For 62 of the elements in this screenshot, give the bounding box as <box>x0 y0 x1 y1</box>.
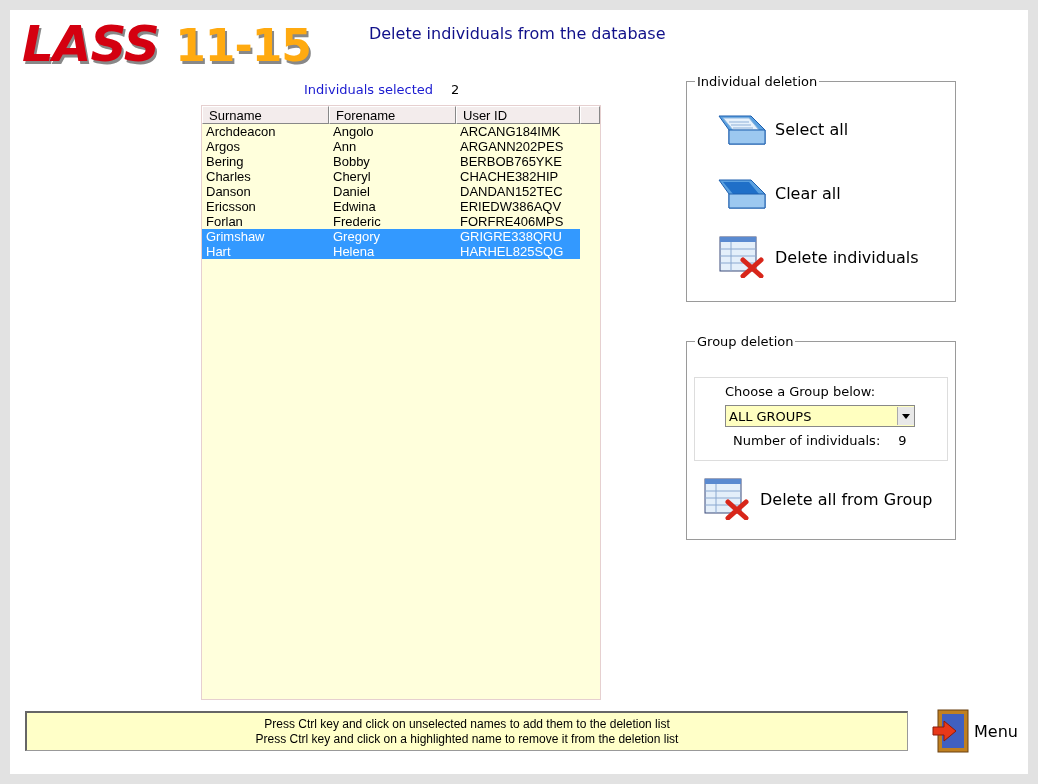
table-cell-text: ERIEDW386AQV <box>459 199 563 214</box>
page-title: Delete individuals from the database <box>368 24 666 43</box>
hint-text: Press Ctrl key and click on a highlighted name to remove it from the deletion list <box>255 731 679 747</box>
door-exit-icon <box>932 709 970 753</box>
list-row[interactable]: Bering Bobby BERBOB765YKE <box>202 154 580 169</box>
column-header[interactable]: User ID <box>456 106 580 124</box>
individuals-list[interactable] <box>201 105 601 700</box>
inbox-tray-icon <box>717 112 767 146</box>
group-dropdown[interactable]: ALL GROUPS <box>725 405 915 427</box>
table-cell-text: ARCANG184IMK <box>459 124 562 139</box>
list-row[interactable]: Argos Ann ARGANN202PES <box>202 139 580 154</box>
table-cell-text: Charles <box>205 169 252 184</box>
action-button[interactable]: Delete all from Group <box>702 467 933 531</box>
table-cell-text: Grimshaw <box>205 229 266 244</box>
table-cell-text: Cheryl <box>332 169 372 184</box>
count-label: Number of individuals: <box>733 433 881 448</box>
inbox-tray-icon <box>717 176 767 210</box>
table-cell-text: Ericsson <box>205 199 257 214</box>
action-button[interactable]: Delete individuals <box>717 225 919 289</box>
table-cell-text: Forlan <box>205 214 244 229</box>
list-row[interactable]: Archdeacon Angolo ARCANG184IMK <box>202 124 580 139</box>
table-cell-text: Daniel <box>332 184 371 199</box>
table-cell-text: Archdeacon <box>205 124 277 139</box>
selected-label: Individuals selected <box>304 82 434 97</box>
logo: LASS 11-15 <box>22 16 311 74</box>
dropdown-arrow-icon <box>902 413 910 419</box>
list-row[interactable]: Forlan Frederic FORFRE406MPS <box>202 214 580 229</box>
count-value: 9 <box>898 433 907 448</box>
table-cell-text: Danson <box>205 184 252 199</box>
table-delete-icon <box>717 236 767 278</box>
column-header <box>580 106 600 124</box>
table-cell-text: Frederic <box>332 214 382 229</box>
table-cell-text: CHACHE382HIP <box>459 169 560 184</box>
selected-count: 2 <box>451 82 460 97</box>
list-row[interactable]: Ericsson Edwina ERIEDW386AQV <box>202 199 580 214</box>
table-cell-text: Helena <box>332 244 376 259</box>
table-cell-text: GRIGRE338QRU <box>459 229 563 244</box>
panel-title: Group deletion <box>696 334 795 349</box>
table-cell-text: Edwina <box>332 199 377 214</box>
list-row[interactable]: Charles Cheryl CHACHE382HIP <box>202 169 580 184</box>
hint-text: Press Ctrl key and click on unselected names to add them to the deletion list <box>264 716 670 732</box>
table-cell-text: ARGANN202PES <box>459 139 565 154</box>
table-delete-icon <box>702 478 752 520</box>
table-cell-text: Angolo <box>332 124 375 139</box>
table-cell-text: Gregory <box>332 229 381 244</box>
table-cell-text: FORFRE406MPS <box>459 214 565 229</box>
table-cell-text: Hart <box>205 244 232 259</box>
column-header[interactable]: Forename <box>329 106 456 124</box>
table-cell-text: BERBOB765YKE <box>459 154 563 169</box>
table-cell-text: DANDAN152TEC <box>459 184 564 199</box>
list-row[interactable]: Danson Daniel DANDAN152TEC <box>202 184 580 199</box>
menu-button[interactable]: Menu <box>932 709 1018 753</box>
action-button[interactable]: Clear all <box>717 161 841 225</box>
column-header[interactable]: Surname <box>202 106 329 124</box>
table-cell-text: Bering <box>205 154 245 169</box>
group-prompt: Choose a Group below: <box>725 384 877 399</box>
table-cell-text: Ann <box>332 139 358 154</box>
table-cell-text: Argos <box>205 139 241 154</box>
table-cell-text: HARHEL825SQG <box>459 244 565 259</box>
panel-title: Individual deletion <box>696 74 819 89</box>
table-cell-text: Bobby <box>332 154 371 169</box>
action-button[interactable]: Select all <box>717 97 849 161</box>
